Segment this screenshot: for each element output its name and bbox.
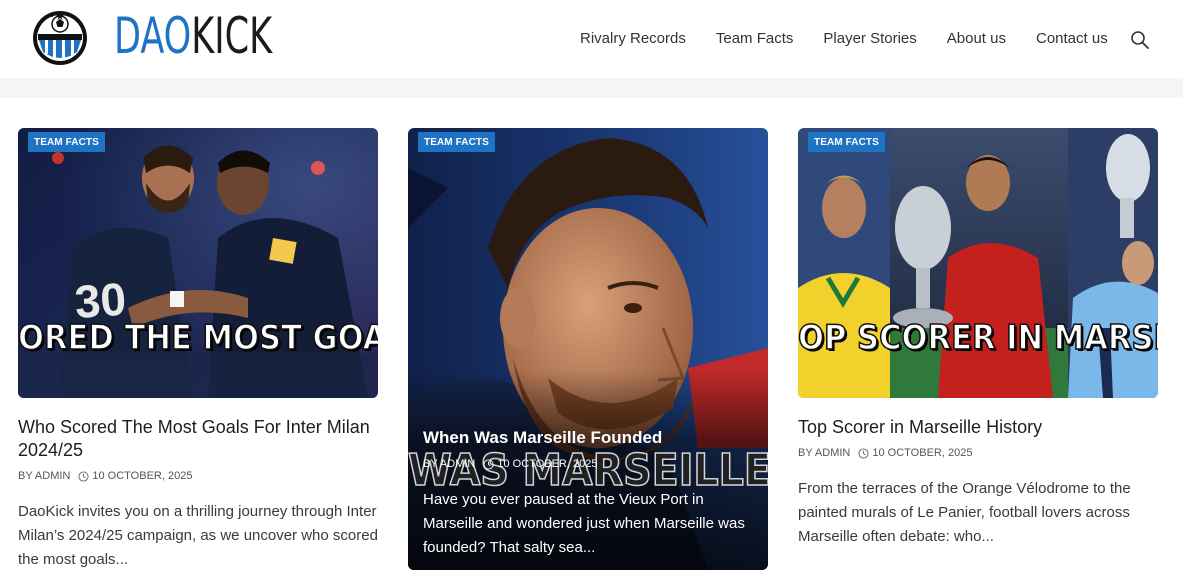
post-card-marseille-founded[interactable]: TEAM FACTS WAS MARSEILLE FOU When Was Ma… [408,128,768,570]
logo-text-dao: DAO [114,7,192,65]
category-badge[interactable]: TEAM FACTS [418,132,495,152]
image-banner-text: OP SCORER IN MARSEILLE HISTORY [798,318,1158,358]
post-title[interactable]: Who Scored The Most Goals For Inter Mila… [18,416,378,462]
post-author[interactable]: BY ADMIN [423,458,475,470]
post-title[interactable]: When Was Marseille Founded [423,428,662,448]
logo-text-kick: KICK [191,7,273,65]
main-nav: Rivalry Records Team Facts Player Storie… [580,30,1138,47]
post-meta: BY ADMIN 10 OCTOBER, 2025 [18,470,378,482]
soccer-ball-logo-icon [33,11,87,65]
post-title[interactable]: Top Scorer in Marseille History [798,416,1158,439]
post-thumbnail[interactable]: TEAM FACTS OP SCORER IN MARSEILLE HISTOR… [798,128,1158,398]
category-badge[interactable]: TEAM FACTS [28,132,105,152]
post-card-marseille-top-scorer: TEAM FACTS OP SCORER IN MARSEILLE HISTOR… [798,128,1158,549]
post-date: 10 OCTOBER, 2025 [872,447,973,459]
post-date: 10 OCTOBER, 2025 [92,470,193,482]
post-excerpt: DaoKick invites you on a thrilling journ… [18,503,378,568]
header-divider-strip [0,78,1183,98]
post-author[interactable]: BY ADMIN [18,470,70,482]
post-excerpt: Have you ever paused at the Vieux Port i… [423,491,745,556]
nav-player-stories[interactable]: Player Stories [823,30,916,47]
nav-rivalry-records[interactable]: Rivalry Records [580,30,686,47]
nav-about-us[interactable]: About us [947,30,1006,47]
post-card-inter-milan: 30 TEAM FACTS ORED THE MOST GOALS FOR IN… [18,128,378,572]
post-author[interactable]: BY ADMIN [798,447,850,459]
clock-icon [483,458,494,470]
post-meta: BY ADMIN 10 OCTOBER, 2025 [423,458,597,470]
site-logo[interactable]: DAOKICK [32,4,317,68]
nav-team-facts[interactable]: Team Facts [716,30,794,47]
nav-contact-us[interactable]: Contact us [1036,30,1108,47]
logo-wordmark: DAOKICK [114,4,272,68]
clock-icon [858,447,869,459]
post-thumbnail[interactable]: 30 TEAM FACTS ORED THE MOST GOALS FOR IN… [18,128,378,398]
category-badge[interactable]: TEAM FACTS [808,132,885,152]
post-excerpt: From the terraces of the Orange Vélodrom… [798,480,1131,545]
clock-icon [78,470,89,482]
post-date: 10 OCTOBER, 2025 [497,458,598,470]
post-meta: BY ADMIN 10 OCTOBER, 2025 [798,447,1158,459]
site-header: DAOKICK Rivalry Records Team Facts Playe… [0,0,1183,78]
image-banner-text: ORED THE MOST GOALS FOR INTER [18,318,378,358]
search-icon[interactable] [1130,30,1150,50]
